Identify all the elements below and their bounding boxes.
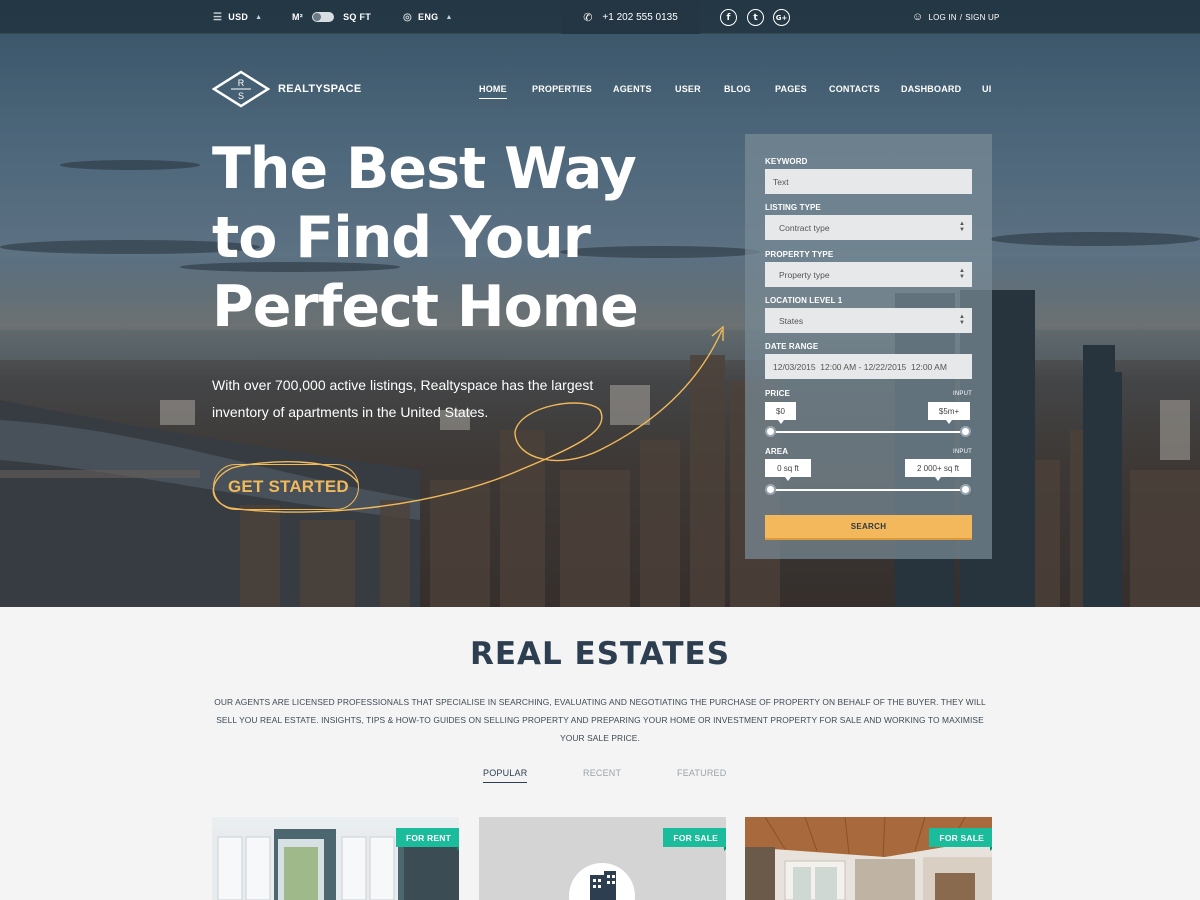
login-link[interactable]: LOG IN [928, 13, 956, 22]
tab-recent[interactable]: RECENT [583, 768, 621, 778]
caret-icon: ▲︎ [445, 13, 453, 21]
phone-icon: ✆ [583, 11, 593, 24]
logo-letter-r: R [238, 78, 245, 88]
price-input-label: INPUT [953, 391, 972, 397]
price-slider-track[interactable] [770, 431, 966, 433]
property-card[interactable]: FOR RENT [212, 817, 459, 900]
unit-left-label: M² [292, 12, 304, 22]
select-arrows-icon: ▲ ▼ [959, 268, 965, 280]
tab-featured[interactable]: FEATURED [677, 768, 726, 778]
section-title: REAL ESTATES [469, 636, 731, 672]
search-panel: KEYWORD Text LISTING TYPE Contract type … [745, 134, 992, 559]
keyword-label: KEYWORD [765, 157, 808, 166]
area-slider-min-handle[interactable] [765, 484, 776, 495]
nav-user[interactable]: USER [675, 84, 701, 98]
area-input-label: INPUT [953, 449, 972, 455]
price-max-tag[interactable]: $5m+ [928, 402, 970, 424]
keyword-placeholder: Text [773, 176, 789, 187]
location-label: LOCATION LEVEL 1 [765, 296, 843, 305]
nav-contacts[interactable]: CONTACTS [829, 84, 880, 98]
logo-diamond-icon: R S [212, 70, 270, 108]
headline-line: Perfect Home [212, 274, 639, 340]
auth-separator: / [959, 12, 963, 22]
price-min-tag[interactable]: $0 [765, 402, 796, 424]
unit-toggle[interactable] [312, 12, 335, 22]
area-slider-track[interactable] [770, 489, 966, 491]
date-range-input[interactable]: 12/03/2015 12:00 AM - 12/22/2015 12:00 A… [765, 354, 972, 379]
area-min-tag[interactable]: 0 sq ft [765, 459, 811, 481]
listing-type-value: Contract type [779, 222, 830, 233]
location-value: States [779, 315, 804, 326]
for-sale-badge: FOR SALE [663, 828, 726, 851]
select-arrows-icon: ▲ ▼ [959, 314, 965, 326]
tab-popular[interactable]: POPULAR [483, 768, 528, 783]
property-card[interactable]: FOR SALE [745, 817, 992, 900]
hero-headline: The Best Way to Find Your Perfect Home [212, 135, 672, 342]
section-description: OUR AGENTS ARE LICENSED PROFESSIONALS TH… [214, 697, 986, 743]
nav-dashboard[interactable]: DASHBOARD [901, 84, 961, 98]
area-max-tag[interactable]: 2 000+ sq ft [905, 459, 971, 481]
phone-contact[interactable]: ✆ +1 202 555 0135 [561, 0, 700, 34]
nav-properties[interactable]: PROPERTIES [532, 84, 592, 98]
auth-links: ☺ LOG IN / SIGN UP [912, 0, 1000, 34]
hero-subtext: With over 700,000 active listings, Realt… [212, 377, 594, 420]
property-type-select[interactable]: Property type ▲ ▼ [765, 262, 972, 287]
headline-line: The Best Way [212, 136, 637, 202]
listing-type-label: LISTING TYPE [765, 203, 821, 212]
area-label: AREA [765, 447, 789, 456]
search-button[interactable]: SEARCH [765, 515, 972, 540]
unit-toggle-group: M² SQ FT [292, 0, 371, 34]
signup-link[interactable]: SIGN UP [965, 13, 999, 22]
facebook-icon[interactable]: f [720, 9, 737, 26]
coins-icon: ☰ [213, 11, 223, 23]
headline-line: to Find Your [212, 205, 591, 271]
property-type-value: Property type [779, 269, 830, 280]
user-icon: ☺ [912, 11, 924, 23]
language-label: ENG [418, 12, 439, 22]
nav-blog[interactable]: BLOG [724, 84, 751, 98]
phone-number: +1 202 555 0135 [602, 11, 678, 23]
unit-right-label: SQ FT [343, 12, 372, 22]
listing-type-select[interactable]: Contract type ▲ ▼ [765, 215, 972, 240]
language-selector[interactable]: ◎ ENG ▲︎ [403, 0, 453, 34]
price-slider-min-handle[interactable] [765, 426, 776, 437]
for-sale-badge: FOR SALE [929, 828, 992, 851]
date-range-value: 12/03/2015 12:00 AM - 12/22/2015 12:00 A… [773, 361, 947, 372]
price-slider-max-handle[interactable] [960, 426, 971, 437]
nav-pages[interactable]: PAGES [775, 84, 807, 98]
twitter-icon[interactable]: t [747, 9, 764, 26]
caret-icon: ▲︎ [255, 13, 263, 21]
brand-logo[interactable]: R S REALTYSPACE [212, 70, 362, 108]
get-started-button[interactable]: GET STARTED [213, 464, 359, 510]
property-card[interactable]: FOR SALE [479, 817, 726, 900]
nav-ui[interactable]: UI [982, 84, 991, 98]
brand-name: REALTYSPACE [278, 83, 362, 95]
keyword-input[interactable]: Text [765, 169, 972, 194]
currency-selector[interactable]: ☰ USD ▲︎ [213, 0, 262, 34]
nav-home[interactable]: HOME [479, 84, 507, 99]
for-rent-badge: FOR RENT [395, 828, 459, 851]
nav-agents[interactable]: AGENTS [613, 84, 652, 98]
select-arrows-icon: ▲ ▼ [959, 221, 965, 233]
area-slider-max-handle[interactable] [960, 484, 971, 495]
google-plus-icon[interactable]: G+ [773, 9, 790, 26]
hero-section: ☰ USD ▲︎ M² SQ FT ◎ ENG ▲︎ ✆ +1 202 555 … [0, 0, 1200, 607]
price-label: PRICE [765, 389, 790, 398]
logo-letter-s: S [238, 91, 244, 101]
location-select[interactable]: States ▲ ▼ [765, 308, 972, 333]
currency-label: USD [228, 12, 249, 22]
globe-icon: ◎ [403, 11, 413, 23]
date-range-label: DATE RANGE [765, 342, 819, 351]
property-type-label: PROPERTY TYPE [765, 250, 834, 259]
